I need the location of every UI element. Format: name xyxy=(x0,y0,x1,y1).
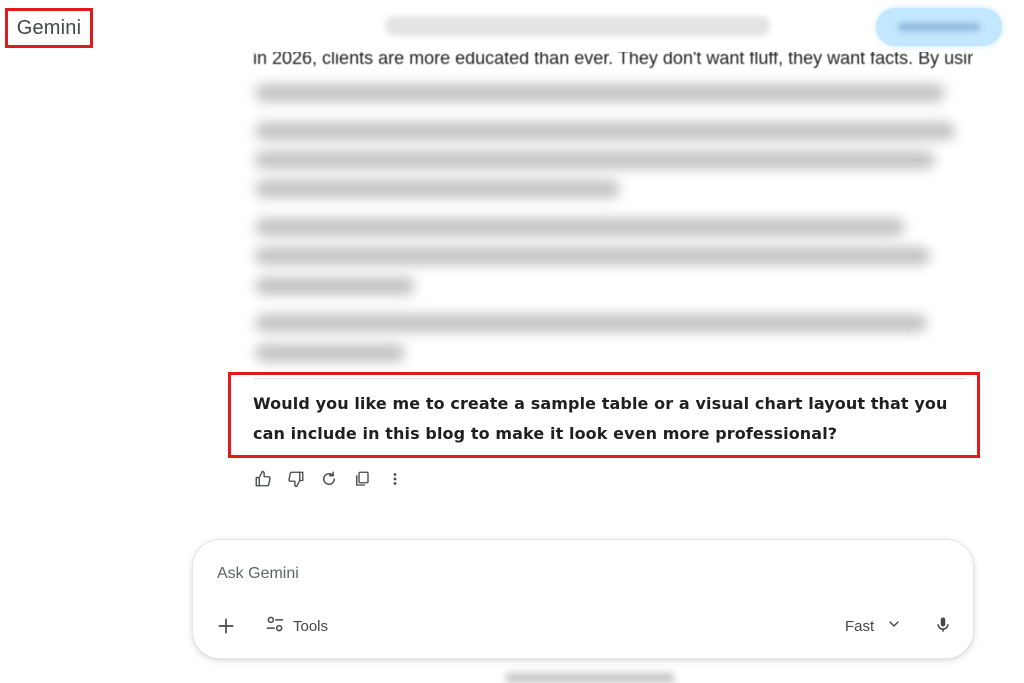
ask-input[interactable] xyxy=(217,562,817,586)
chevron-down-icon xyxy=(886,616,902,636)
blurred-text-line xyxy=(255,84,945,102)
model-label: Fast xyxy=(845,617,875,635)
blurred-text-line xyxy=(255,218,905,236)
tools-icon xyxy=(265,614,285,638)
app-logo: Gemini xyxy=(16,16,82,39)
model-selector[interactable]: Fast xyxy=(845,614,902,638)
blurred-text-line xyxy=(255,344,405,362)
response-visible-line: in 2026, clients are more educated than … xyxy=(253,52,973,74)
response-text: in 2026, clients are more educated than … xyxy=(253,52,973,68)
microphone-icon[interactable] xyxy=(931,613,955,637)
gemini-logo-highlight[interactable]: Gemini xyxy=(5,8,93,48)
disclaimer-blurred xyxy=(505,673,675,683)
conversation-title-blurred xyxy=(385,16,770,36)
share-button-blurred[interactable] xyxy=(876,8,1002,46)
blurred-text-line xyxy=(255,122,955,140)
blurred-text-line xyxy=(255,180,620,198)
tools-button[interactable]: Tools xyxy=(265,614,328,638)
more-vert-icon[interactable] xyxy=(384,468,406,490)
copy-icon[interactable] xyxy=(351,468,373,490)
response-actions xyxy=(252,468,406,490)
thumbs-up-icon[interactable] xyxy=(252,468,274,490)
tools-label: Tools xyxy=(293,617,329,635)
blurred-text-line xyxy=(255,247,930,265)
follow-up-question: Would you like me to create a sample tab… xyxy=(253,394,948,443)
thumbs-down-icon[interactable] xyxy=(285,468,307,490)
redo-icon[interactable] xyxy=(318,468,340,490)
add-icon[interactable] xyxy=(215,615,237,637)
prompt-box: Tools Fast xyxy=(192,539,974,659)
blurred-text-line xyxy=(255,314,927,332)
blurred-text-line xyxy=(255,277,415,295)
blurred-text-line xyxy=(255,151,935,169)
